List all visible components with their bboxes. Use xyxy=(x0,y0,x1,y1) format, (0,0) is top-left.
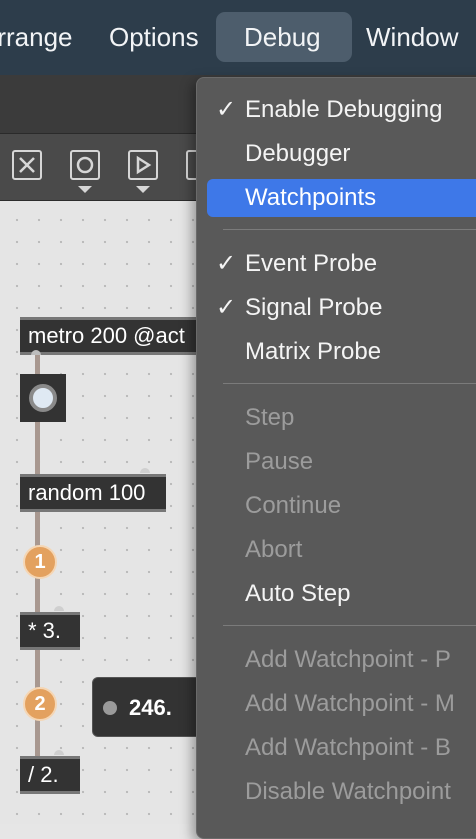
toggle-object[interactable] xyxy=(20,374,66,422)
circle-object-icon[interactable] xyxy=(70,150,100,180)
close-x-icon[interactable] xyxy=(12,150,42,180)
chevron-down-icon[interactable] xyxy=(136,186,150,193)
toggle-indicator-icon xyxy=(29,384,57,412)
menu-separator xyxy=(223,383,476,384)
event-probe-badge[interactable]: 2 xyxy=(23,687,57,721)
menu-separator xyxy=(223,625,476,626)
patch-cord[interactable] xyxy=(35,352,40,376)
menu-item-disable-watchpoint[interactable]: Disable Watchpoint xyxy=(207,773,476,811)
menu-item-add-watchpoint-b[interactable]: Add Watchpoint - B xyxy=(207,729,476,767)
menu-item-add-watchpoint-m[interactable]: Add Watchpoint - M xyxy=(207,685,476,723)
checkmark-icon: ✓ xyxy=(215,250,237,277)
menu-item-auto-step[interactable]: Auto Step xyxy=(207,575,476,613)
menu-window[interactable]: Window xyxy=(352,12,472,62)
menu-item-add-watchpoint-p[interactable]: Add Watchpoint - P xyxy=(207,641,476,679)
random-object-text: random 100 xyxy=(28,480,146,505)
menu-item-debugger[interactable]: Debugger xyxy=(207,135,476,173)
checkmark-icon: ✓ xyxy=(215,96,237,123)
metro-object[interactable]: metro 200 @act xyxy=(20,317,200,355)
menu-separator xyxy=(223,229,476,230)
multiply-object-text: * 3. xyxy=(28,618,62,643)
play-object-icon[interactable] xyxy=(128,150,158,180)
metro-object-text: metro 200 @act xyxy=(28,323,185,348)
menu-options[interactable]: Options xyxy=(95,12,213,62)
menu-item-pause[interactable]: Pause xyxy=(207,443,476,481)
menu-debug[interactable]: Debug xyxy=(216,12,352,62)
patch-cord[interactable] xyxy=(35,420,40,478)
number-box[interactable]: 246. xyxy=(92,677,212,737)
inlet-port[interactable] xyxy=(54,750,64,755)
number-indicator-icon xyxy=(103,701,117,715)
menu-item-step[interactable]: Step xyxy=(207,399,476,437)
multiply-object[interactable]: * 3. xyxy=(20,612,80,650)
debug-menu-dropdown: ✓ Enable Debugging Debugger Watchpoints … xyxy=(196,77,476,839)
number-value: 246. xyxy=(129,695,172,720)
divide-object[interactable]: / 2. xyxy=(20,756,80,794)
inlet-port[interactable] xyxy=(140,468,150,473)
menu-item-continue[interactable]: Continue xyxy=(207,487,476,525)
menu-item-watchpoints[interactable]: Watchpoints xyxy=(207,179,476,217)
menu-bar: Arrange Options Debug Window xyxy=(0,0,476,75)
menu-item-event-probe[interactable]: ✓ Event Probe xyxy=(207,245,476,283)
menu-item-abort[interactable]: Abort xyxy=(207,531,476,569)
random-object[interactable]: random 100 xyxy=(20,474,166,512)
checkmark-icon: ✓ xyxy=(215,294,237,321)
divide-object-text: / 2. xyxy=(28,762,59,787)
event-probe-badge[interactable]: 1 xyxy=(23,545,57,579)
outlet-port[interactable] xyxy=(31,350,41,355)
menu-arrange[interactable]: Arrange xyxy=(0,12,87,62)
inlet-port[interactable] xyxy=(54,606,64,611)
chevron-down-icon[interactable] xyxy=(78,186,92,193)
menu-item-enable-debugging[interactable]: ✓ Enable Debugging xyxy=(207,91,476,129)
menu-item-matrix-probe[interactable]: Matrix Probe xyxy=(207,333,476,371)
menu-item-signal-probe[interactable]: ✓ Signal Probe xyxy=(207,289,476,327)
